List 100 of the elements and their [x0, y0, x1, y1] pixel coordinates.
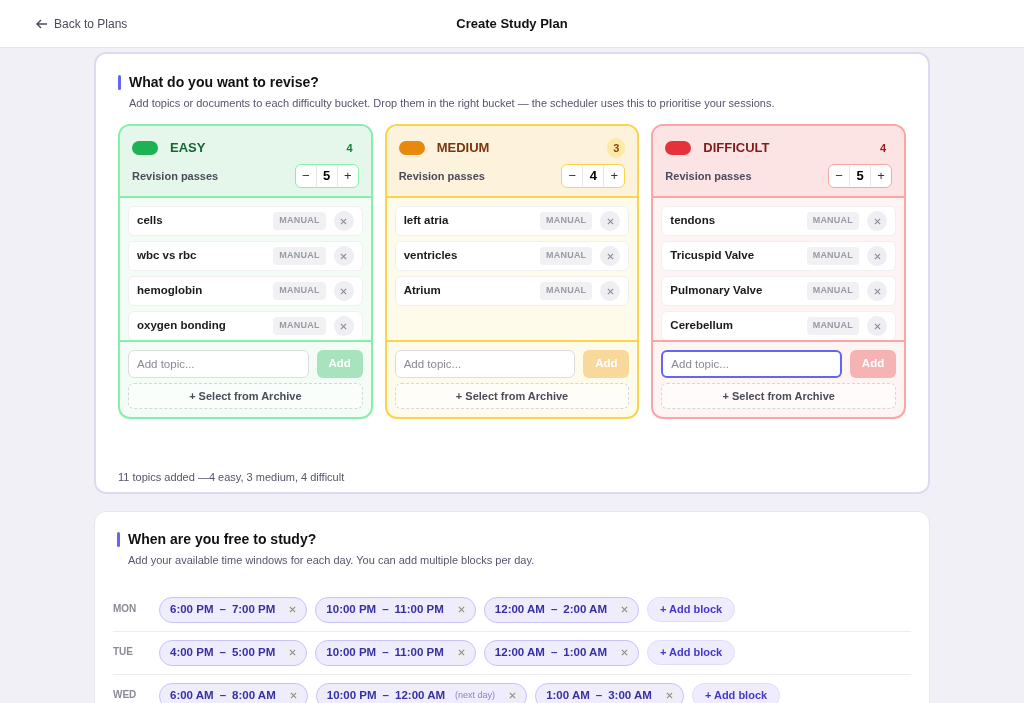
arrow-left-icon	[36, 17, 48, 30]
remove-button[interactable]	[505, 688, 521, 703]
time-block[interactable]: 1:00 AM – 3:00 AM	[535, 682, 684, 703]
end-time: 11:00 PM	[394, 644, 444, 660]
remove-button[interactable]	[867, 316, 887, 336]
end-time: 7:00 PM	[231, 601, 276, 617]
close-icon	[621, 606, 628, 613]
topic-count: 4	[345, 140, 354, 156]
remove-button[interactable]	[600, 211, 621, 231]
close-icon	[606, 287, 614, 295]
time-block[interactable]: 10:00 PM – 12:00 AM (next day)	[315, 682, 528, 703]
topic-input[interactable]: Add topic...	[661, 350, 842, 378]
decrement-button[interactable]: −	[295, 166, 316, 186]
passes-label: Revision passes	[132, 168, 219, 184]
add-block-button[interactable]: + Add block	[647, 639, 736, 665]
end-time: 5:00 PM	[231, 644, 276, 660]
start-time: 12:00 AM	[494, 644, 545, 660]
remove-button[interactable]	[333, 316, 354, 336]
remove-button[interactable]	[453, 602, 469, 617]
remove-button[interactable]	[617, 645, 632, 660]
topic-name: oxygen bonding	[137, 318, 226, 334]
close-icon	[340, 217, 348, 225]
summary-text: 11 topics added —4 easy, 3 medium, 4 difficult	[118, 470, 346, 485]
topic-count: 4	[878, 140, 887, 156]
start-time: 6:00 AM	[170, 687, 214, 703]
increment-button[interactable]: +	[337, 166, 358, 186]
source-tag: MANUAL	[540, 247, 593, 265]
remove-button[interactable]	[333, 281, 354, 301]
remove-button[interactable]	[867, 211, 887, 231]
add-block-button[interactable]: + Add block	[647, 596, 736, 622]
close-icon	[606, 217, 614, 225]
remove-button[interactable]	[617, 602, 632, 617]
start-time: 1:00 AM	[546, 687, 590, 703]
source-tag: MANUAL	[540, 282, 593, 300]
close-icon	[340, 322, 348, 330]
remove-button[interactable]	[867, 246, 887, 266]
time-block[interactable]: 12:00 AM – 2:00 AM	[483, 596, 639, 623]
close-icon	[873, 217, 881, 225]
end-time: 3:00 AM	[608, 687, 652, 703]
start-time: 6:00 PM	[170, 601, 214, 617]
time-block[interactable]: 6:00 PM – 7:00 PM	[159, 596, 308, 623]
range-dash: –	[382, 601, 389, 617]
remove-button[interactable]	[285, 645, 301, 660]
topic-name: Tricuspid Valve	[670, 248, 755, 264]
remove-button[interactable]	[285, 602, 301, 617]
time-block[interactable]: 10:00 PM – 11:00 PM	[315, 639, 476, 666]
section-title: When are you free to study?	[128, 530, 317, 549]
range-dash: –	[550, 644, 558, 660]
time-block[interactable]: 6:00 AM – 8:00 AM	[159, 682, 308, 703]
archive-button[interactable]: + Select from Archive	[661, 383, 896, 409]
range-dash: –	[219, 601, 226, 617]
close-icon	[873, 287, 881, 295]
day-label: TUE	[113, 644, 134, 659]
remove-button[interactable]	[285, 688, 301, 703]
archive-button[interactable]: + Select from Archive	[128, 383, 363, 409]
remove-button[interactable]	[600, 281, 621, 301]
close-icon	[340, 252, 348, 260]
range-dash: –	[219, 687, 227, 703]
range-dash: –	[219, 644, 226, 660]
range-dash: –	[382, 687, 389, 703]
range-dash: –	[382, 644, 389, 660]
day-label: WED	[113, 687, 138, 702]
close-icon	[509, 692, 517, 699]
end-time: 2:00 AM	[563, 601, 607, 617]
add-block-button[interactable]: + Add block	[691, 682, 781, 703]
end-time: 11:00 PM	[394, 601, 444, 617]
time-block[interactable]: 10:00 PM – 11:00 PM	[315, 596, 476, 623]
archive-button[interactable]: + Select from Archive	[394, 383, 630, 409]
passes-value: 4	[582, 166, 605, 186]
close-icon	[289, 692, 297, 699]
remove-button[interactable]	[333, 246, 354, 266]
end-time: 1:00 AM	[563, 644, 607, 660]
close-icon	[289, 606, 297, 613]
decrement-button[interactable]: −	[829, 166, 849, 186]
passes-value: 5	[849, 166, 871, 186]
decrement-button[interactable]: −	[562, 166, 583, 186]
topic-name: cells	[137, 213, 163, 229]
source-tag: MANUAL	[273, 317, 326, 335]
time-block[interactable]: 4:00 PM – 5:00 PM	[159, 639, 308, 666]
remove-button[interactable]	[661, 688, 677, 703]
topic-name: tendons	[670, 213, 716, 229]
topic-name: Cerebellum	[670, 318, 733, 334]
back-link[interactable]: Back to Plans	[36, 14, 128, 33]
remove-button[interactable]	[333, 211, 354, 231]
topic-name: ventricles	[403, 248, 458, 264]
next-day-note: (next day)	[455, 688, 496, 702]
accent-bar	[117, 532, 120, 547]
topic-count: 3	[607, 137, 626, 158]
remove-button[interactable]	[600, 246, 621, 266]
remove-button[interactable]	[867, 281, 887, 301]
time-block[interactable]: 12:00 AM – 1:00 AM	[483, 639, 639, 666]
start-time: 10:00 PM	[326, 601, 377, 617]
increment-button[interactable]: +	[604, 166, 625, 186]
source-tag: MANUAL	[540, 212, 593, 230]
close-icon	[457, 606, 465, 613]
range-dash: –	[595, 687, 603, 703]
close-icon	[873, 322, 881, 330]
increment-button[interactable]: +	[871, 166, 891, 186]
topic-name: left atria	[403, 213, 449, 229]
remove-button[interactable]	[453, 645, 469, 660]
